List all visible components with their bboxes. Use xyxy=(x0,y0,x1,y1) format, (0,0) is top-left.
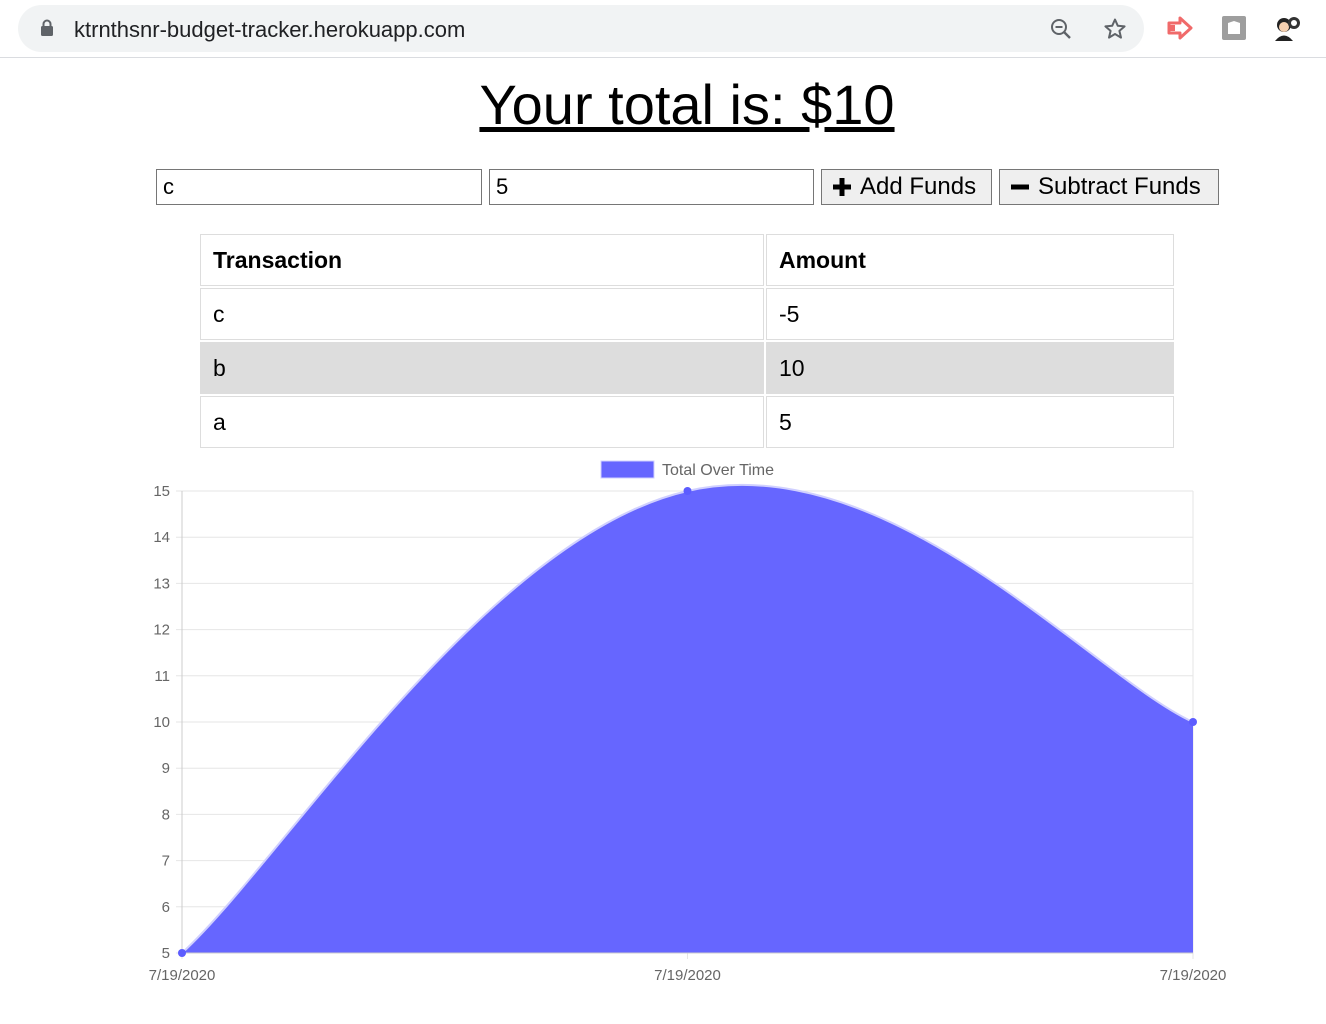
transactions-table: Transaction Amount c -5 b 10 a 5 xyxy=(198,232,1176,450)
data-point xyxy=(683,487,692,495)
y-tick-label: 11 xyxy=(154,668,170,685)
table-row: c -5 xyxy=(200,288,1174,340)
address-bar[interactable]: ktrnthsnr-budget-tracker.herokuapp.com xyxy=(18,5,1144,52)
y-tick-label: 15 xyxy=(153,483,170,500)
table-row: a 5 xyxy=(200,396,1174,448)
url-text[interactable]: ktrnthsnr-budget-tracker.herokuapp.com xyxy=(74,17,465,43)
transaction-name-cell: a xyxy=(200,396,764,448)
transaction-amount-input[interactable] xyxy=(489,169,814,205)
table-row: b 10 xyxy=(200,342,1174,394)
transaction-amount-cell: 5 xyxy=(766,396,1174,448)
transaction-name-input[interactable] xyxy=(156,169,482,205)
legend-label: Total Over Time xyxy=(662,462,774,479)
page-title: Your total is: $10 xyxy=(479,73,895,136)
x-tick-label: 7/19/2020 xyxy=(149,967,216,984)
add-funds-button[interactable]: Add Funds xyxy=(821,169,992,205)
minus-icon xyxy=(1011,184,1029,190)
y-tick-label: 12 xyxy=(153,622,170,639)
x-tick-label: 7/19/2020 xyxy=(1160,967,1227,984)
y-tick-label: 8 xyxy=(162,806,170,823)
amount-header: Amount xyxy=(766,234,1174,286)
extension-arrow-icon[interactable] xyxy=(1166,14,1194,42)
lock-icon[interactable] xyxy=(40,19,54,37)
y-tick-label: 6 xyxy=(162,899,170,916)
profile-avatar-icon[interactable] xyxy=(1273,14,1301,42)
star-icon[interactable] xyxy=(1103,17,1127,41)
subtract-funds-button[interactable]: Subtract Funds xyxy=(999,169,1219,205)
legend-swatch xyxy=(600,460,655,479)
y-tick-label: 9 xyxy=(162,760,170,777)
y-tick-label: 5 xyxy=(162,945,170,962)
transaction-name-cell: c xyxy=(200,288,764,340)
plus-icon xyxy=(833,178,851,196)
table-header-row: Transaction Amount xyxy=(200,234,1174,286)
extension-box-icon[interactable] xyxy=(1220,14,1248,42)
zoom-out-icon[interactable] xyxy=(1049,17,1073,41)
transaction-header: Transaction xyxy=(200,234,764,286)
x-tick-label: 7/19/2020 xyxy=(654,967,721,984)
transaction-amount-cell: -5 xyxy=(766,288,1174,340)
transaction-name-cell: b xyxy=(200,342,764,394)
y-tick-label: 7 xyxy=(162,853,170,870)
series-area xyxy=(182,484,1193,953)
data-point xyxy=(1189,718,1197,726)
y-tick-label: 10 xyxy=(153,714,170,731)
browser-toolbar: ktrnthsnr-budget-tracker.herokuapp.com xyxy=(0,0,1326,58)
subtract-funds-label: Subtract Funds xyxy=(1038,173,1201,200)
transaction-amount-cell: 10 xyxy=(766,342,1174,394)
y-tick-label: 13 xyxy=(153,575,170,592)
data-point xyxy=(178,949,186,957)
add-funds-label: Add Funds xyxy=(860,173,977,200)
y-tick-label: 14 xyxy=(153,529,170,546)
total-over-time-chart: 5 6 7 8 9 10 11 12 13 14 15 7/19/2020 7/19/2020 7/19/… xyxy=(149,460,1227,984)
